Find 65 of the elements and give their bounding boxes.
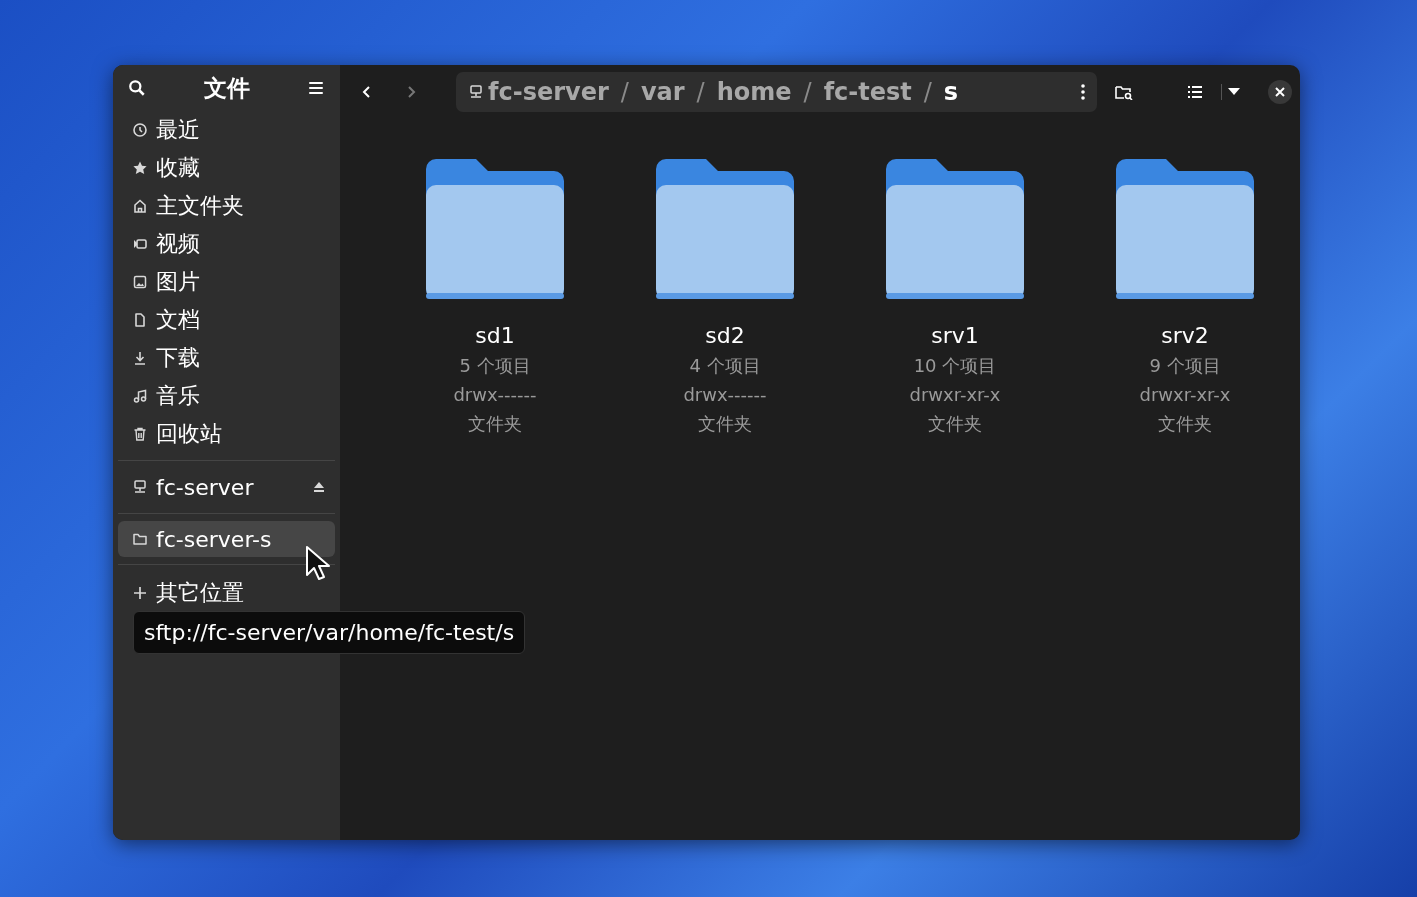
star-icon <box>132 160 148 176</box>
path-segment[interactable]: fc-server <box>488 78 609 106</box>
folder-name: sd1 <box>475 322 515 350</box>
path-segment[interactable]: var <box>640 78 685 106</box>
folder-icon[interactable] <box>886 159 1024 299</box>
permissions-text: drwx------ <box>683 383 767 407</box>
sidebar-item[interactable]: 文档 <box>118 301 335 339</box>
path-segment[interactable]: fc-test <box>823 78 912 106</box>
sidebar-item[interactable]: 音乐 <box>118 377 335 415</box>
file-type: 文件夹 <box>468 412 522 436</box>
folder-icon[interactable] <box>1116 159 1254 299</box>
sidebar-item[interactable]: fc-server-s <box>118 521 335 557</box>
folder-name: srv2 <box>1161 322 1209 350</box>
folder-name: sd2 <box>705 322 745 350</box>
sidebar-item[interactable]: 下载 <box>118 339 335 377</box>
menu-icon <box>307 79 325 97</box>
path-segment[interactable]: home <box>716 78 792 106</box>
item-count: 4 个项目 <box>689 354 761 378</box>
close-icon <box>1275 87 1285 97</box>
path-separator: / <box>620 78 629 106</box>
sidebar-item[interactable]: 图片 <box>118 263 335 301</box>
app-title: 文件 <box>203 73 250 103</box>
item-count: 5 个项目 <box>459 354 531 378</box>
folder-search-icon <box>1115 84 1133 100</box>
search-icon <box>128 79 146 97</box>
list-icon <box>1187 84 1203 100</box>
music-note-icon <box>132 388 148 404</box>
permissions-text: drwxr-xr-x <box>1139 383 1231 407</box>
sidebar-item[interactable]: 最近 <box>118 111 335 149</box>
network-computer-icon <box>132 479 148 495</box>
clock-icon <box>132 122 148 138</box>
permissions-text: drwxr-xr-x <box>909 383 1001 407</box>
path-separator: / <box>696 78 705 106</box>
close-button[interactable] <box>1268 80 1292 104</box>
sidebar-item[interactable]: 收藏 <box>118 149 335 187</box>
folder-name: srv1 <box>931 322 979 350</box>
sidebar-item[interactable]: fc-server <box>118 468 335 506</box>
item-count: 10 个项目 <box>913 354 997 378</box>
permissions-text: drwx------ <box>453 383 537 407</box>
folder-icon <box>132 531 148 547</box>
dropdown-arrow-icon <box>1228 88 1240 96</box>
path-separator: / <box>803 78 812 106</box>
file-type: 文件夹 <box>698 412 752 436</box>
sidebar-item[interactable]: 回收站 <box>118 415 335 453</box>
mouse-pointer-icon <box>305 545 331 583</box>
trash-icon <box>132 426 148 442</box>
image-icon <box>132 274 148 290</box>
file-type: 文件夹 <box>928 412 982 436</box>
item-count: 9 个项目 <box>1149 354 1221 378</box>
tooltip: sftp://fc-server/var/home/fc-test/s <box>133 611 526 654</box>
sidebar-item[interactable]: 其它位置 <box>118 572 335 608</box>
folder-icon[interactable] <box>426 159 564 299</box>
download-icon <box>132 350 148 366</box>
path-segment[interactable]: s <box>943 78 959 106</box>
sidebar-item[interactable]: 主文件夹 <box>118 187 335 225</box>
network-computer-icon <box>468 84 484 100</box>
file-type: 文件夹 <box>1158 412 1212 436</box>
home-icon <box>132 198 148 214</box>
folder-icon[interactable] <box>656 159 794 299</box>
document-icon <box>132 312 148 328</box>
video-camera-icon <box>132 236 148 252</box>
sidebar-item[interactable]: 视频 <box>118 225 335 263</box>
path-separator: / <box>923 78 932 106</box>
plus-icon <box>132 585 148 601</box>
vertical-dots-icon <box>1081 83 1085 101</box>
